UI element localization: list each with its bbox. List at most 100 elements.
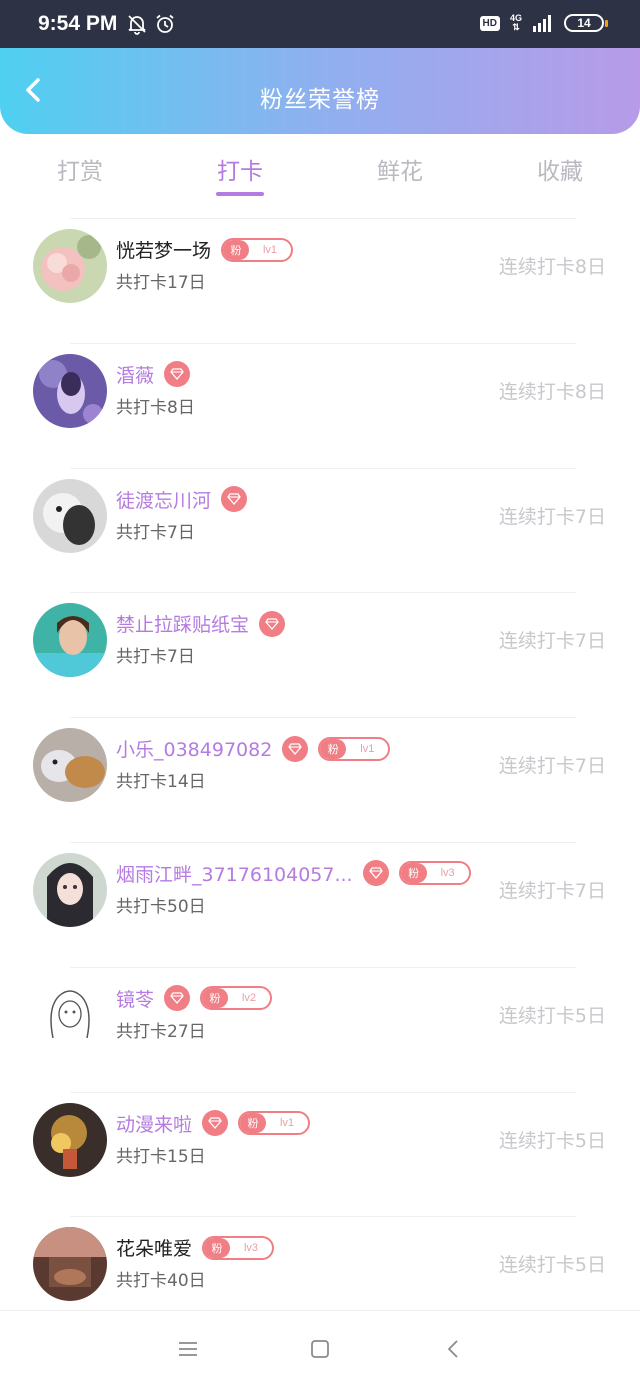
- streak-checkins: 连续打卡5日: [498, 1254, 606, 1277]
- fan-badge-label: 粉: [400, 863, 427, 884]
- avatar[interactable]: [33, 353, 107, 428]
- fan-name-line: 小乐_038497082 粉 lv1: [116, 735, 391, 762]
- fan-badge-label: 粉: [320, 738, 347, 759]
- streak-checkins: 连续打卡8日: [498, 256, 606, 278]
- fan-badge-level: lv3: [243, 1241, 259, 1254]
- diamond-icon: [362, 860, 389, 887]
- alarm-icon: [156, 14, 174, 33]
- fan-row[interactable]: 徒渡忘川河 共打卡7日 连续打卡7日: [0, 467, 640, 593]
- back-nav-icon[interactable]: [443, 1338, 465, 1360]
- fan-name[interactable]: 烟雨江畔_37176104057...: [116, 860, 353, 887]
- fan-name[interactable]: 徒渡忘川河: [116, 486, 211, 513]
- fan-list: 恍若梦一场粉 lv1 共打卡17日 连续打卡8日 涽薇 共打卡8日 连续打卡8日 徒渡忘川河共…: [0, 218, 640, 1341]
- fan-level-badge: 粉 lv1: [221, 237, 294, 262]
- title-bar: 粉丝荣誉榜: [0, 48, 640, 134]
- streak-checkins: 连续打卡7日: [498, 755, 606, 778]
- tab-reward[interactable]: 打赏: [0, 140, 160, 206]
- total-checkins: 共打卡14日: [116, 772, 206, 793]
- fan-name-line: 镜苓 粉 lv2: [116, 985, 273, 1012]
- total-checkins: 共打卡8日: [116, 397, 195, 418]
- fan-name[interactable]: 涽薇: [116, 361, 154, 388]
- tab-label: 鲜花: [377, 159, 423, 185]
- home-icon[interactable]: [309, 1338, 331, 1360]
- data-arrows-icon: ⇅: [512, 22, 520, 32]
- diamond-icon: [259, 610, 286, 637]
- streak-checkins: 连续打卡7日: [498, 630, 606, 653]
- fan-row[interactable]: 动漫来啦 粉 lv1 共打卡15日 连续打卡5日: [0, 1091, 640, 1217]
- fan-badge-level: lv1: [360, 742, 375, 755]
- fan-level-badge: 粉 lv2: [200, 986, 273, 1011]
- signal-icon: [533, 15, 551, 32]
- fan-row[interactable]: 小乐_038497082 粉 lv1 共打卡14日 连续打卡7日: [0, 717, 640, 842]
- fan-row[interactable]: 恍若梦一场粉 lv1 共打卡17日 连续打卡8日: [0, 218, 640, 343]
- hd-badge: HD: [479, 15, 500, 31]
- tab-label: 收藏: [537, 159, 583, 185]
- avatar[interactable]: [33, 229, 107, 303]
- fan-badge-label: 粉: [202, 988, 229, 1009]
- fan-name-line: 禁止拉踩贴纸宝: [116, 610, 286, 637]
- fan-badge-label: 粉: [240, 1113, 267, 1134]
- fan-level-badge: 粉 lv1: [238, 1111, 311, 1136]
- fan-row[interactable]: 禁止拉踩贴纸宝共打卡7日 连续打卡7日: [0, 592, 640, 717]
- fan-row[interactable]: 镜苓 粉 lv2 共打卡27日 连续打卡5日: [0, 966, 640, 1092]
- avatar[interactable]: [33, 603, 107, 678]
- fan-name[interactable]: 小乐_038497082: [116, 735, 272, 762]
- avatar[interactable]: [33, 1102, 107, 1177]
- avatar[interactable]: [33, 852, 107, 927]
- avatar[interactable]: [33, 728, 107, 803]
- diamond-icon: [221, 486, 248, 513]
- status-right: HD 4G ⇅ 14: [479, 14, 608, 32]
- battery-level: 14: [577, 16, 591, 30]
- network-indicator: 4G ⇅: [510, 14, 522, 32]
- tab-favorites[interactable]: 收藏: [480, 140, 640, 206]
- total-checkins: 共打卡15日: [116, 1146, 206, 1167]
- diamond-icon: [202, 1110, 229, 1137]
- fan-name-line: 徒渡忘川河: [116, 486, 248, 513]
- fan-badge-label: 粉: [204, 1237, 231, 1258]
- avatar[interactable]: [33, 1227, 107, 1302]
- fan-name-line: 恍若梦一场粉 lv1: [116, 236, 294, 263]
- streak-checkins: 连续打卡5日: [498, 1004, 606, 1027]
- fan-name[interactable]: 恍若梦一场: [116, 236, 211, 263]
- fan-badge-label: 粉: [223, 239, 250, 260]
- fan-name[interactable]: 花朵唯爱: [116, 1234, 192, 1261]
- tab-bar: 打赏 打卡 鲜花 收藏: [0, 140, 640, 206]
- total-checkins: 共打卡17日: [116, 273, 206, 293]
- fan-name[interactable]: 镜苓: [116, 985, 154, 1012]
- fan-name[interactable]: 禁止拉踩贴纸宝: [116, 610, 249, 637]
- bell-off-icon: [128, 15, 146, 35]
- fan-badge-level: lv2: [241, 992, 257, 1005]
- total-checkins: 共打卡27日: [116, 1021, 206, 1042]
- header-background: 9:54 PM HD 4G ⇅ 14 粉丝荣誉榜: [0, 0, 640, 134]
- fan-name-line: 动漫来啦 粉 lv1: [116, 1110, 311, 1137]
- streak-checkins: 连续打卡7日: [498, 879, 606, 902]
- fan-row[interactable]: 烟雨江畔_37176104057... 粉 lv3 共打卡50日 连续打卡7日: [0, 841, 640, 967]
- fan-name-line: 花朵唯爱粉 lv3: [116, 1234, 275, 1261]
- tab-label: 打赏: [57, 159, 103, 185]
- avatar[interactable]: [33, 977, 107, 1052]
- diamond-icon: [282, 735, 309, 762]
- battery-icon: 14: [564, 14, 608, 32]
- streak-checkins: 连续打卡8日: [498, 380, 606, 403]
- fan-level-badge: 粉 lv1: [318, 736, 391, 761]
- tab-indicator: [216, 192, 264, 196]
- fan-row[interactable]: 涽薇共打卡8日 连续打卡8日: [0, 342, 640, 468]
- system-nav-bar: [0, 1310, 640, 1387]
- fan-name[interactable]: 动漫来啦: [116, 1110, 192, 1137]
- status-bar: 9:54 PM HD 4G ⇅ 14: [0, 0, 640, 48]
- status-time: 9:54 PM: [38, 12, 118, 35]
- avatar[interactable]: [33, 478, 107, 553]
- tab-label: 打卡: [217, 159, 263, 185]
- diamond-icon: [164, 361, 191, 388]
- tab-checkin[interactable]: 打卡: [160, 140, 320, 206]
- page-title: 粉丝荣誉榜: [260, 87, 380, 113]
- tab-flowers[interactable]: 鲜花: [320, 140, 480, 206]
- fan-level-badge: 粉 lv3: [398, 861, 471, 886]
- fan-badge-level: lv3: [440, 867, 455, 880]
- menu-icon[interactable]: [177, 1338, 199, 1360]
- fan-name-line: 涽薇: [116, 361, 191, 388]
- total-checkins: 共打卡7日: [116, 647, 195, 668]
- streak-checkins: 连续打卡5日: [498, 1129, 606, 1152]
- fan-name-line: 烟雨江畔_37176104057... 粉 lv3: [116, 860, 471, 887]
- fan-level-badge: 粉 lv3: [202, 1235, 275, 1260]
